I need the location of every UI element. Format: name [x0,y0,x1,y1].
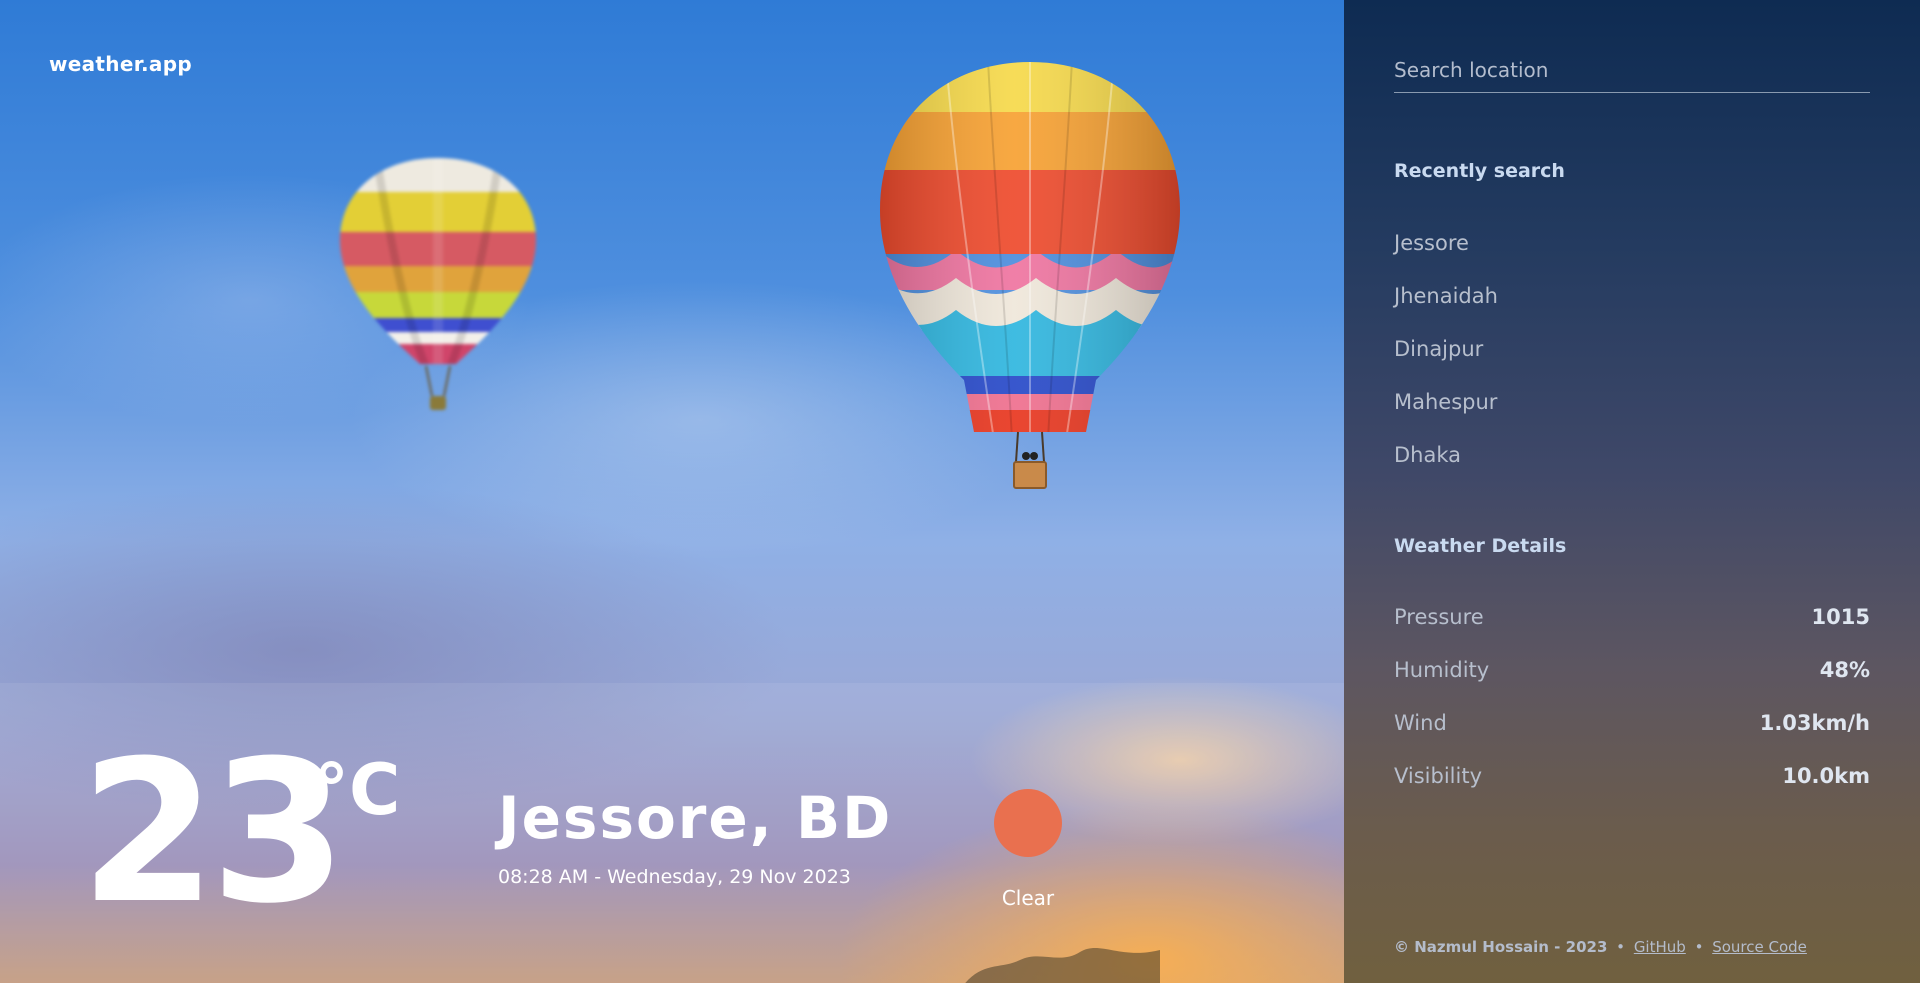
recent-item-mahespur[interactable]: Mahespur [1394,384,1498,437]
temperature-unit: °C [314,749,401,831]
footer: © Nazmul Hossain - 2023 • GitHub • Sourc… [1394,938,1807,956]
weather-details-heading: Weather Details [1394,535,1567,557]
detail-label: Wind [1394,711,1447,735]
detail-value: 1.03km/h [1759,711,1870,735]
detail-value: 1015 [1811,605,1870,629]
footer-separator: • [1616,938,1626,956]
current-temperature: 23 [80,719,347,947]
detail-label: Pressure [1394,605,1484,629]
recent-item-jessore[interactable]: Jessore [1394,225,1498,278]
copyright-text: © Nazmul Hossain - 2023 [1394,938,1608,956]
sun-icon [994,789,1062,857]
weather-details-list: Pressure 1015 Humidity 48% Wind 1.03km/h… [1394,599,1870,811]
hot-air-balloon-small-image [340,158,536,410]
detail-row-humidity: Humidity 48% [1394,652,1870,705]
detail-value: 10.0km [1782,764,1870,788]
recent-item-dhaka[interactable]: Dhaka [1394,437,1498,490]
weather-condition: Clear [1001,886,1055,910]
hot-air-balloon-large-image [880,62,1180,489]
location-name: Jessore, BD [498,784,893,852]
detail-row-wind: Wind 1.03km/h [1394,705,1870,758]
footer-separator: • [1694,938,1704,956]
detail-label: Humidity [1394,658,1490,682]
search-input[interactable] [1394,52,1870,93]
detail-value: 48% [1819,658,1870,682]
tree-silhouettes [965,948,1160,983]
weather-app: weather.app 23 °C Jessore, BD 08:28 AM -… [0,0,1920,983]
source-code-link[interactable]: Source Code [1712,938,1807,956]
recent-item-dinajpur[interactable]: Dinajpur [1394,331,1498,384]
side-panel: Recently search Jessore Jhenaidah Dinajp… [1344,0,1920,983]
brand-logo[interactable]: weather.app [49,52,192,76]
detail-label: Visibility [1394,764,1483,788]
detail-row-pressure: Pressure 1015 [1394,599,1870,652]
recent-search-list: Jessore Jhenaidah Dinajpur Mahespur Dhak… [1394,225,1498,490]
recent-search-heading: Recently search [1394,160,1565,182]
date-time: 08:28 AM - Wednesday, 29 Nov 2023 [498,866,851,888]
github-link[interactable]: GitHub [1634,938,1686,956]
recent-item-jhenaidah[interactable]: Jhenaidah [1394,278,1498,331]
detail-row-visibility: Visibility 10.0km [1394,758,1870,811]
